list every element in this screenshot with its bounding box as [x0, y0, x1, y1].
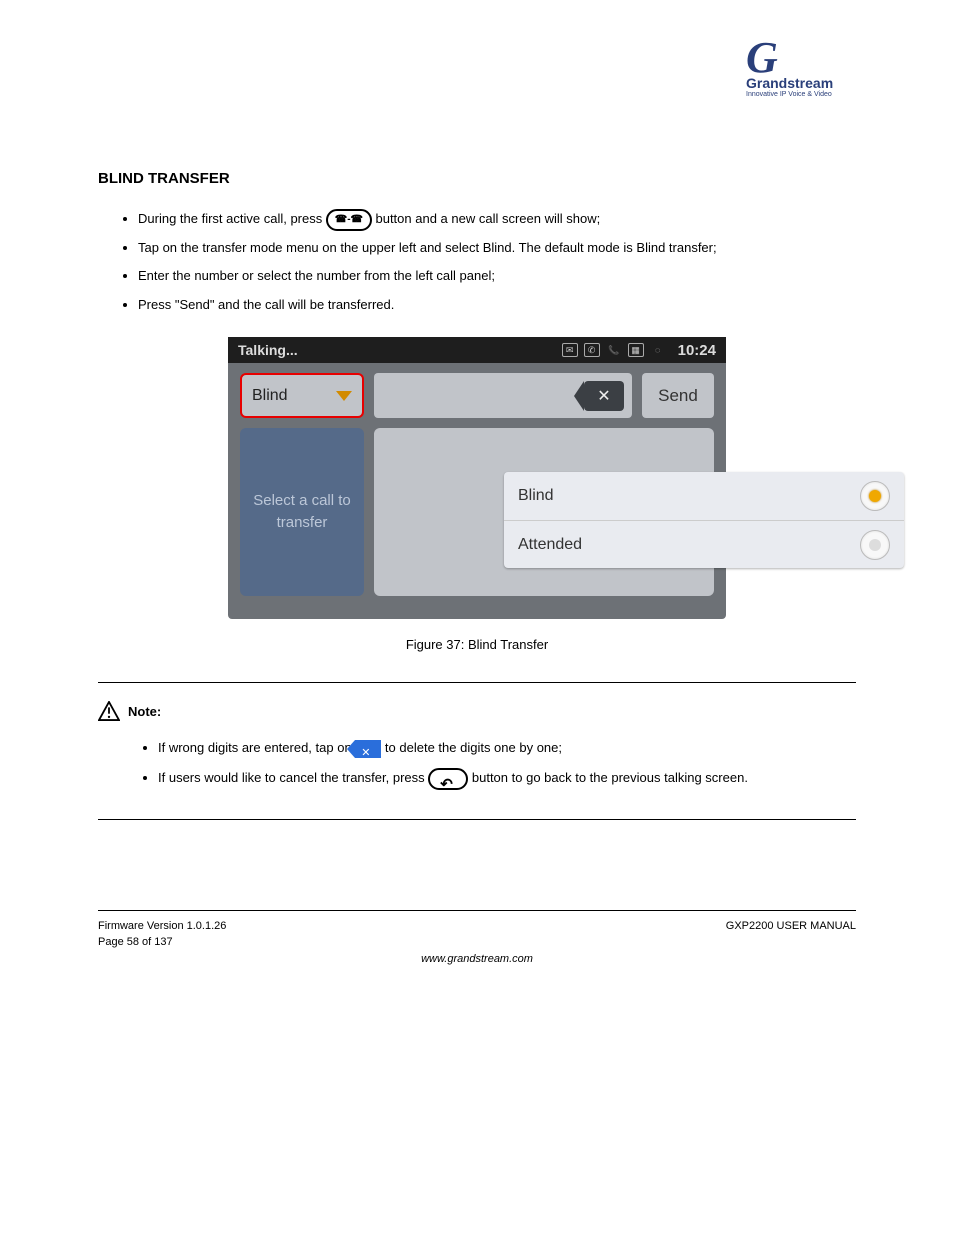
status-text: Talking... [238, 342, 562, 358]
send-button[interactable]: Send [642, 373, 714, 418]
transfer-mode-popup: Blind Attended [504, 472, 904, 568]
transfer-mode-dropdown[interactable]: Blind [240, 373, 364, 418]
back-hardkey-icon [428, 768, 468, 790]
section-title: BLIND TRANSFER [98, 170, 856, 187]
footer-firmware: Firmware Version 1.0.1.26 [98, 919, 226, 934]
footer-url: www.grandstream.com [98, 952, 856, 967]
status-bar: Talking... ✉ ✆ 📞 ▦ ◌ 10:24 [228, 337, 726, 363]
radio-icon [860, 481, 890, 511]
logo-brand: Grandstream [746, 75, 856, 91]
voicemail-icon: ✆ [584, 343, 600, 357]
sim-icon: ▦ [628, 343, 644, 357]
sync-icon: ◌ [650, 343, 666, 357]
note-block: Note: If wrong digits are entered, tap o… [98, 682, 856, 820]
logo-mark: G [746, 40, 856, 75]
status-time: 10:24 [678, 342, 716, 359]
transfer-hardkey-icon: ☎-☎ [326, 209, 372, 231]
panel-text: Select a call to transfer [244, 490, 360, 535]
footer-page: Page 58 of 137 [98, 935, 173, 950]
note-item: If users would like to cancel the transf… [158, 763, 856, 793]
radio-icon [860, 530, 890, 560]
call-select-panel[interactable]: Select a call to transfer [240, 428, 364, 596]
dropdown-value: Blind [252, 387, 288, 405]
step-item: During the first active call, press ☎-☎ … [138, 205, 856, 234]
steps-list: During the first active call, press ☎-☎ … [98, 205, 856, 319]
popup-option-blind[interactable]: Blind [504, 472, 904, 520]
step-item: Enter the number or select the number fr… [138, 262, 856, 291]
mail-icon: ✉ [562, 343, 578, 357]
chevron-down-icon [336, 391, 352, 401]
step-item: Tap on the transfer mode menu on the upp… [138, 234, 856, 263]
phone-icon: 📞 [606, 343, 622, 357]
backspace-key[interactable]: ✕ [584, 381, 624, 411]
brand-logo: G Grandstream Innovative IP Voice & Vide… [98, 40, 856, 110]
backspace-icon [355, 740, 381, 758]
logo-tagline: Innovative IP Voice & Video [746, 91, 856, 98]
number-input[interactable]: ✕ [374, 373, 632, 418]
page-footer: Firmware Version 1.0.1.26 GXP2200 USER M… [98, 919, 856, 987]
note-item: If wrong digits are entered, tap on to d… [158, 733, 856, 763]
step-item: Press "Send" and the call will be transf… [138, 291, 856, 320]
footer-manual: GXP2200 USER MANUAL [726, 919, 856, 934]
phone-screenshot: Talking... ✉ ✆ 📞 ▦ ◌ 10:24 Blind ✕ [228, 337, 726, 619]
popup-option-attended[interactable]: Attended [504, 520, 904, 568]
figure-caption: Figure 37: Blind Transfer [98, 637, 856, 652]
warning-icon [98, 701, 120, 721]
note-label: Note: [128, 704, 161, 719]
